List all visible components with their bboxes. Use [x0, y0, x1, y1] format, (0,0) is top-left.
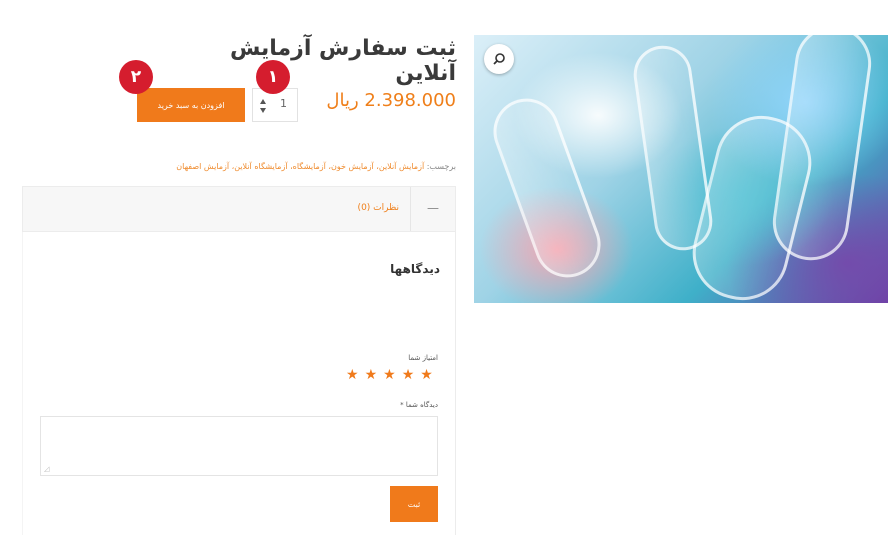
add-to-cart-button[interactable]: افزودن به سبد خرید — [137, 88, 245, 122]
star-icon[interactable]: ★ — [346, 368, 359, 382]
spinner-arrows-icon[interactable] — [260, 99, 266, 113]
product-tags: برچسب: آزمایش آنلاین، آزمایش خون، آزمایش… — [150, 162, 456, 171]
tags-links[interactable]: آزمایش آنلاین، آزمایش خون، آزمایشگاه، آز… — [176, 162, 424, 171]
star-icon[interactable]: ★ — [383, 368, 396, 382]
submit-review-button[interactable]: ثبت — [390, 486, 438, 522]
tab-divider — [410, 187, 411, 231]
tab-reviews[interactable]: نظرات (0) — [358, 203, 399, 213]
zoom-icon[interactable] — [484, 44, 514, 74]
rating-stars[interactable]: ★ ★ ★ ★ ★ — [346, 368, 433, 382]
annotation-badge-2: ٢ — [119, 60, 153, 94]
resize-handle-icon[interactable]: ◿ — [44, 465, 49, 473]
annotation-badge-1: ١ — [256, 60, 290, 94]
tags-prefix: برچسب: — [426, 162, 456, 171]
star-icon[interactable]: ★ — [402, 368, 415, 382]
product-image — [474, 35, 888, 303]
product-title: ثبت سفارش آزمایش آنلاین — [229, 36, 456, 86]
quantity-value: 1 — [280, 97, 287, 110]
comment-label: دیدگاه شما * — [400, 401, 438, 409]
star-icon[interactable]: ★ — [365, 368, 378, 382]
product-price: 2.398.000 ریال — [326, 90, 456, 111]
tab-toggle-icon[interactable]: — — [427, 201, 439, 215]
tabs-bar: — نظرات (0) — [22, 186, 456, 232]
comment-textarea[interactable]: ◿ — [40, 416, 438, 476]
rating-label: امتیاز شما — [408, 354, 438, 362]
reviews-title: دیدگاهها — [390, 262, 440, 276]
star-icon[interactable]: ★ — [420, 368, 433, 382]
